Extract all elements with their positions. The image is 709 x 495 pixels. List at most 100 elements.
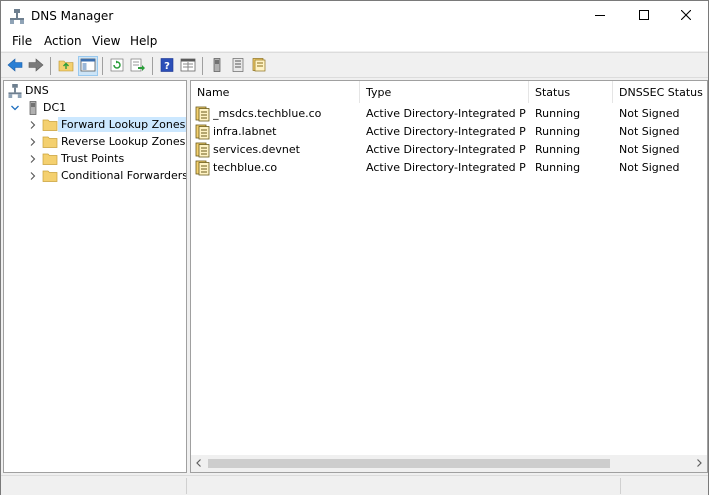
folder-icon [42, 169, 58, 183]
up-one-level-button[interactable] [56, 56, 76, 76]
minimize-icon [595, 10, 605, 23]
svg-text:?: ? [164, 61, 170, 72]
expand-chevron-icon[interactable] [26, 118, 40, 132]
column-header-name[interactable]: Name [191, 81, 360, 103]
properties-button[interactable] [178, 56, 198, 76]
zone-name: techblue.co [213, 161, 278, 174]
tree-label-dns: DNS [25, 84, 49, 97]
tree-node-forward-lookup-zones[interactable]: Forward Lookup Zones [26, 116, 186, 133]
expand-chevron-icon[interactable] [26, 135, 40, 149]
scroll-left-icon[interactable] [194, 458, 204, 468]
zone-button[interactable] [249, 56, 269, 76]
tree-node-conditional-forwarders[interactable]: Conditional Forwarders [26, 167, 187, 184]
toolbar-separator [50, 57, 51, 75]
collapse-chevron-icon[interactable] [8, 101, 22, 115]
column-header-dnssec-status[interactable]: DNSSEC Status [613, 81, 707, 103]
column-header-label: DNSSEC Status [619, 85, 703, 99]
zone-icon [195, 142, 211, 158]
menu-action[interactable]: Action [44, 34, 82, 48]
show-hide-tree-icon [80, 58, 96, 75]
refresh-icon [109, 58, 125, 75]
list-view-button[interactable] [228, 56, 248, 76]
menu-help[interactable]: Help [130, 34, 157, 48]
zone-icon [195, 106, 211, 122]
horizontal-scrollbar[interactable] [191, 455, 707, 472]
export-list-icon [130, 58, 146, 75]
dns-root-icon [8, 83, 22, 98]
maximize-button[interactable] [621, 1, 667, 31]
column-header-label: Type [366, 85, 392, 99]
expand-chevron-icon[interactable] [26, 169, 40, 183]
table-row[interactable]: infra.labnet Active Directory-Integrated… [191, 123, 707, 141]
minimize-button[interactable] [577, 1, 623, 31]
tree-label-dc1: DC1 [43, 101, 67, 114]
zone-icon [195, 124, 211, 140]
toolbar-separator [102, 57, 103, 75]
window-title: DNS Manager [31, 9, 114, 23]
menu-view[interactable]: View [92, 34, 120, 48]
status-bar-divider [186, 478, 187, 494]
zone-status: Running [535, 107, 581, 120]
menu-bar: File Action View Help [1, 31, 708, 51]
export-list-button[interactable] [128, 56, 148, 76]
status-bar-divider [620, 478, 621, 494]
forward-arrow-icon [28, 57, 44, 75]
folder-icon [42, 135, 58, 149]
title-bar[interactable]: DNS Manager [1, 1, 708, 31]
maximize-icon [639, 9, 649, 23]
column-header-status[interactable]: Status [529, 81, 613, 103]
properties-icon [180, 58, 196, 75]
server-icon [26, 100, 40, 115]
tree-node-trust-points[interactable]: Trust Points [26, 150, 127, 167]
zone-type: Active Directory-Integrated Pr... [366, 107, 526, 120]
scroll-right-icon[interactable] [694, 458, 704, 468]
table-row[interactable]: techblue.co Active Directory-Integrated … [191, 159, 707, 177]
column-header-type[interactable]: Type [360, 81, 529, 103]
show-hide-console-tree-button[interactable] [78, 56, 98, 76]
tree-label-trust-points: Trust Points [61, 152, 125, 165]
close-button[interactable] [663, 1, 709, 31]
zone-icon [195, 160, 211, 176]
tree-label-reverse-lookup-zones: Reverse Lookup Zones [61, 135, 186, 148]
close-icon [680, 9, 692, 23]
refresh-button[interactable] [107, 56, 127, 76]
table-row[interactable]: _msdcs.techblue.co Active Directory-Inte… [191, 105, 707, 123]
tree-node-reverse-lookup-zones[interactable]: Reverse Lookup Zones [26, 133, 186, 150]
expand-chevron-icon[interactable] [26, 152, 40, 166]
zone-dnssec-status: Not Signed [619, 143, 680, 156]
up-folder-icon [58, 58, 74, 75]
zone-name: infra.labnet [213, 125, 277, 138]
column-header-label: Name [197, 85, 230, 99]
zone-status: Running [535, 125, 581, 138]
zone-dnssec-status: Not Signed [619, 107, 680, 120]
tree-node-dc1[interactable]: DC1 [8, 99, 69, 116]
forward-button[interactable] [26, 56, 46, 76]
zone-dnssec-status: Not Signed [619, 161, 680, 174]
folder-icon [42, 118, 58, 132]
zone-status: Running [535, 161, 581, 174]
zone-status: Running [535, 143, 581, 156]
tree-node-dns[interactable]: DNS [8, 82, 52, 99]
back-button[interactable] [5, 56, 25, 76]
folder-icon [42, 152, 58, 166]
table-row[interactable]: services.devnet Active Directory-Integra… [191, 141, 707, 159]
zone-name: services.devnet [213, 143, 300, 156]
results-list[interactable]: Name Type Status DNSSEC Status _msdcs.te… [190, 80, 708, 473]
zone-icon [251, 57, 267, 75]
console-tree[interactable]: DNS DC1 Forward Lookup Zones Reverse Loo… [3, 80, 187, 473]
dns-manager-window: DNS Manager File Action View Help ? DNS … [0, 0, 709, 495]
toolbar-separator [152, 57, 153, 75]
help-button[interactable]: ? [157, 56, 177, 76]
zone-type: Active Directory-Integrated Pr... [366, 161, 526, 174]
server-button[interactable] [207, 56, 227, 76]
tree-label-forward-lookup-zones: Forward Lookup Zones [58, 117, 186, 132]
zone-type: Active Directory-Integrated Pr... [366, 125, 526, 138]
zone-dnssec-status: Not Signed [619, 125, 680, 138]
tree-label-conditional-forwarders: Conditional Forwarders [61, 169, 187, 182]
server-icon [209, 57, 225, 75]
column-header-label: Status [535, 85, 571, 99]
menu-file[interactable]: File [12, 34, 32, 48]
toolbar-separator [202, 57, 203, 75]
scrollbar-thumb[interactable] [208, 459, 610, 468]
status-bar [1, 475, 708, 495]
